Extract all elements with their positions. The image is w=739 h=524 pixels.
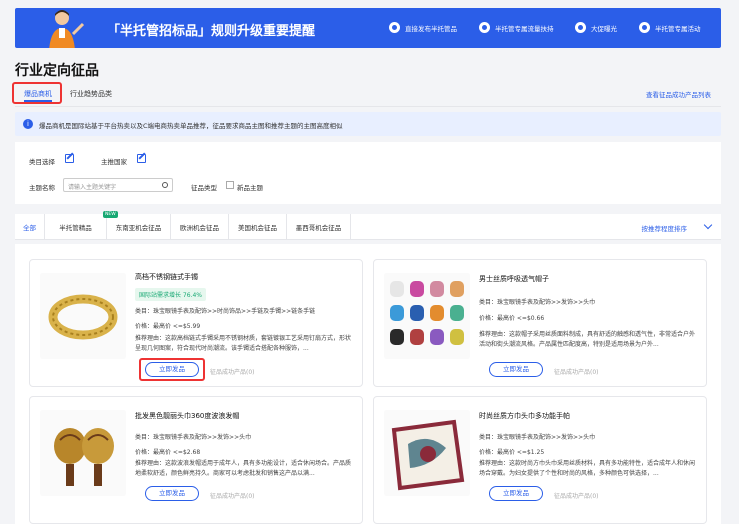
category-label: 类目选择 <box>29 158 55 166</box>
product-title: 批发黑色靓丽头巾360度波浪发帽 <box>135 412 240 420</box>
cat-tab-all[interactable]: 全部 <box>15 214 45 240</box>
cat-tab-mexico[interactable]: 墨西哥机会征品 <box>287 214 351 240</box>
category-edit-icon[interactable] <box>65 154 74 163</box>
success-count: 征品成功产品(0) <box>210 493 255 500</box>
tab-hot-opportunities[interactable]: 爆品商机 <box>24 89 52 99</box>
divider <box>15 106 721 107</box>
recommend-reason: 推荐理由：这款波浪发帽适用于成年人，具有多功能设计，适合休闲场合。产品质地柔软舒… <box>135 460 352 477</box>
presenter-illustration <box>49 10 85 48</box>
topic-label: 主题名称 <box>29 184 55 192</box>
cat-tab-usa[interactable]: 美国机会征品 <box>229 214 287 240</box>
category-tabs: 全部 半托管精品 东南亚机会征品 欧洲机会征品 美国机会征品 墨西哥机会征品 N… <box>15 211 721 240</box>
heart-icon <box>575 22 586 33</box>
product-title: 男士丝质呼吸透气帽子 <box>479 275 549 283</box>
product-category: 类目：珠宝眼镜手表及配饰>>发饰>>头巾 <box>479 299 596 306</box>
publish-button[interactable]: 立即发品 <box>489 362 543 377</box>
info-icon: i <box>23 119 33 129</box>
product-card: 时尚丝质方巾头巾多功能手帕 类目：珠宝眼镜手表及配饰>>发饰>>头巾 价格：最高… <box>373 396 707 524</box>
info-text: 爆品商机是国际站基于平台热卖以及C端电商热卖单品推荐，征品要求商品主图和推荐主题… <box>39 122 343 130</box>
product-price: 价格：最高价 <=$1.25 <box>479 449 545 456</box>
headwrap-image <box>40 410 126 496</box>
banner-nav-activity[interactable]: 半托管专属活动 <box>639 22 701 33</box>
product-category: 类目：珠宝眼镜手表及配饰>>发饰>>头巾 <box>135 434 252 441</box>
banner-nav-traffic[interactable]: 半托管专属流量扶持 <box>479 22 554 33</box>
product-title: 时尚丝质方巾头巾多功能手帕 <box>479 412 570 420</box>
product-category: 类目：珠宝眼镜手表及配饰>>发饰>>头巾 <box>479 434 596 441</box>
new-topic-label: 新品主题 <box>237 184 263 192</box>
product-price: 价格：最高价 <=$0.66 <box>479 315 545 322</box>
filter-panel: 类目选择 主推国家 主题名称 请输入主题关键字 征品类型 新品主题 <box>15 142 721 204</box>
publish-button[interactable]: 立即发品 <box>489 486 543 501</box>
publish-icon <box>389 22 400 33</box>
product-card: 批发黑色靓丽头巾360度波浪发帽 类目：珠宝眼镜手表及配饰>>发饰>>头巾 价格… <box>29 396 363 524</box>
search-icon[interactable] <box>162 182 168 188</box>
new-badge: NEW <box>103 211 118 218</box>
product-image <box>384 410 470 496</box>
product-card: 男士丝质呼吸透气帽子 类目：珠宝眼镜手表及配饰>>发饰>>头巾 价格：最高价 <… <box>373 259 707 387</box>
success-count: 征品成功产品(0) <box>210 369 255 376</box>
cat-tab-europe[interactable]: 欧洲机会征品 <box>171 214 229 240</box>
new-topic-checkbox[interactable] <box>226 181 234 189</box>
country-label: 主推国家 <box>101 158 127 166</box>
tab-industry-trends[interactable]: 行业趋势品类 <box>70 89 112 99</box>
active-tab-underline <box>24 100 52 102</box>
cat-tab-premium[interactable]: 半托管精品 <box>45 214 107 240</box>
country-edit-icon[interactable] <box>137 154 146 163</box>
product-image <box>384 273 470 359</box>
type-label: 征品类型 <box>191 184 217 192</box>
traffic-icon <box>479 22 490 33</box>
product-title: 高档不锈钢链式手镯 <box>135 273 198 281</box>
sort-dropdown[interactable]: 按推荐程度排序 <box>642 223 688 233</box>
banner-nav-publish[interactable]: 直接发布半托管品 <box>389 22 457 33</box>
promo-banner[interactable]: 「半托管招标品」规则升级重要提醒 直接发布半托管品 半托管专属流量扶持 大促曝光… <box>15 8 721 48</box>
view-success-list-link[interactable]: 查看征品成功产品列表 <box>646 89 711 99</box>
hats-image <box>384 273 470 359</box>
banner-nav-exposure[interactable]: 大促曝光 <box>575 22 617 33</box>
product-image <box>40 410 126 496</box>
recommend-reason: 推荐理由：这款高档链式手镯采用不锈钢材质，套链镀银工艺采用钉扇方式，形状呈现几何… <box>135 335 352 352</box>
recommend-reason: 推荐理由：这款时尚方巾头巾采用丝质材料，具有多功能特性，适合成年人和休闲场合穿戴… <box>479 460 696 477</box>
activity-icon <box>639 22 650 33</box>
product-category: 类目：珠宝眼镜手表及配饰>>时尚饰品>>手链及手镯>>链条手链 <box>135 308 316 315</box>
product-grid: 高档不锈钢链式手镯 国际站需求增长 76.4% 类目：珠宝眼镜手表及配饰>>时尚… <box>15 244 721 524</box>
growth-badge: 国际站需求增长 76.4% <box>135 288 206 301</box>
product-image <box>40 273 126 359</box>
banner-title: 「半托管招标品」规则升级重要提醒 <box>107 24 316 39</box>
topic-search-input[interactable]: 请输入主题关键字 <box>63 178 173 192</box>
success-count: 征品成功产品(0) <box>554 369 599 376</box>
info-bar: i 爆品商机是国际站基于平台热卖以及C端电商热卖单品推荐，征品要求商品主图和推荐… <box>15 112 721 136</box>
product-card: 高档不锈钢链式手镯 国际站需求增长 76.4% 类目：珠宝眼镜手表及配饰>>时尚… <box>29 259 363 387</box>
bracelet-image <box>40 273 126 359</box>
recommend-reason: 推荐理由：这款帽子采用丝质面料制成，具有舒适的触感和透气性，非常适合户外活动和街… <box>479 331 696 348</box>
product-price: 价格：最高价 <=$2.68 <box>135 449 201 456</box>
scarf-image <box>384 410 470 496</box>
publish-button[interactable]: 立即发品 <box>145 486 199 501</box>
product-price: 价格：最高价 <=$5.99 <box>135 323 201 330</box>
publish-button[interactable]: 立即发品 <box>145 362 199 377</box>
success-count: 征品成功产品(0) <box>554 493 599 500</box>
chevron-down-icon[interactable] <box>703 220 713 230</box>
page-title: 行业定向征品 <box>15 63 99 79</box>
